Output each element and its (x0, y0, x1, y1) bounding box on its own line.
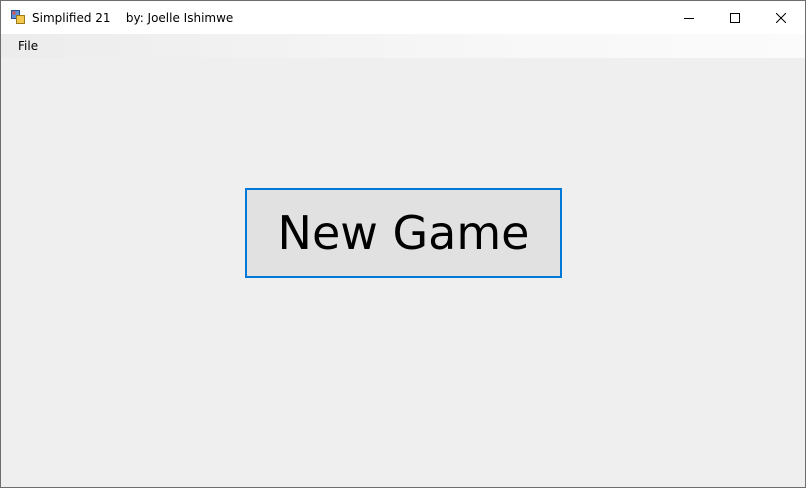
minimize-icon (684, 17, 694, 19)
close-icon (776, 12, 786, 23)
minimize-button[interactable] (666, 1, 712, 34)
maximize-icon (730, 12, 740, 23)
maximize-button[interactable] (712, 1, 758, 34)
window-title-name: Simplified 21 (32, 11, 111, 25)
window-title: Simplified 21 by: Joelle Ishimwe (32, 10, 233, 26)
window-title-author: by: Joelle Ishimwe (125, 11, 234, 25)
app-icon (11, 10, 25, 24)
new-game-button[interactable]: New Game (245, 188, 562, 278)
app-window: Simplified 21 by: Joelle Ishimwe File Ne… (0, 0, 806, 488)
close-button[interactable] (758, 1, 804, 34)
menu-file[interactable]: File (11, 37, 45, 55)
menu-bar: File (1, 34, 805, 58)
title-bar[interactable]: Simplified 21 by: Joelle Ishimwe (1, 1, 805, 34)
